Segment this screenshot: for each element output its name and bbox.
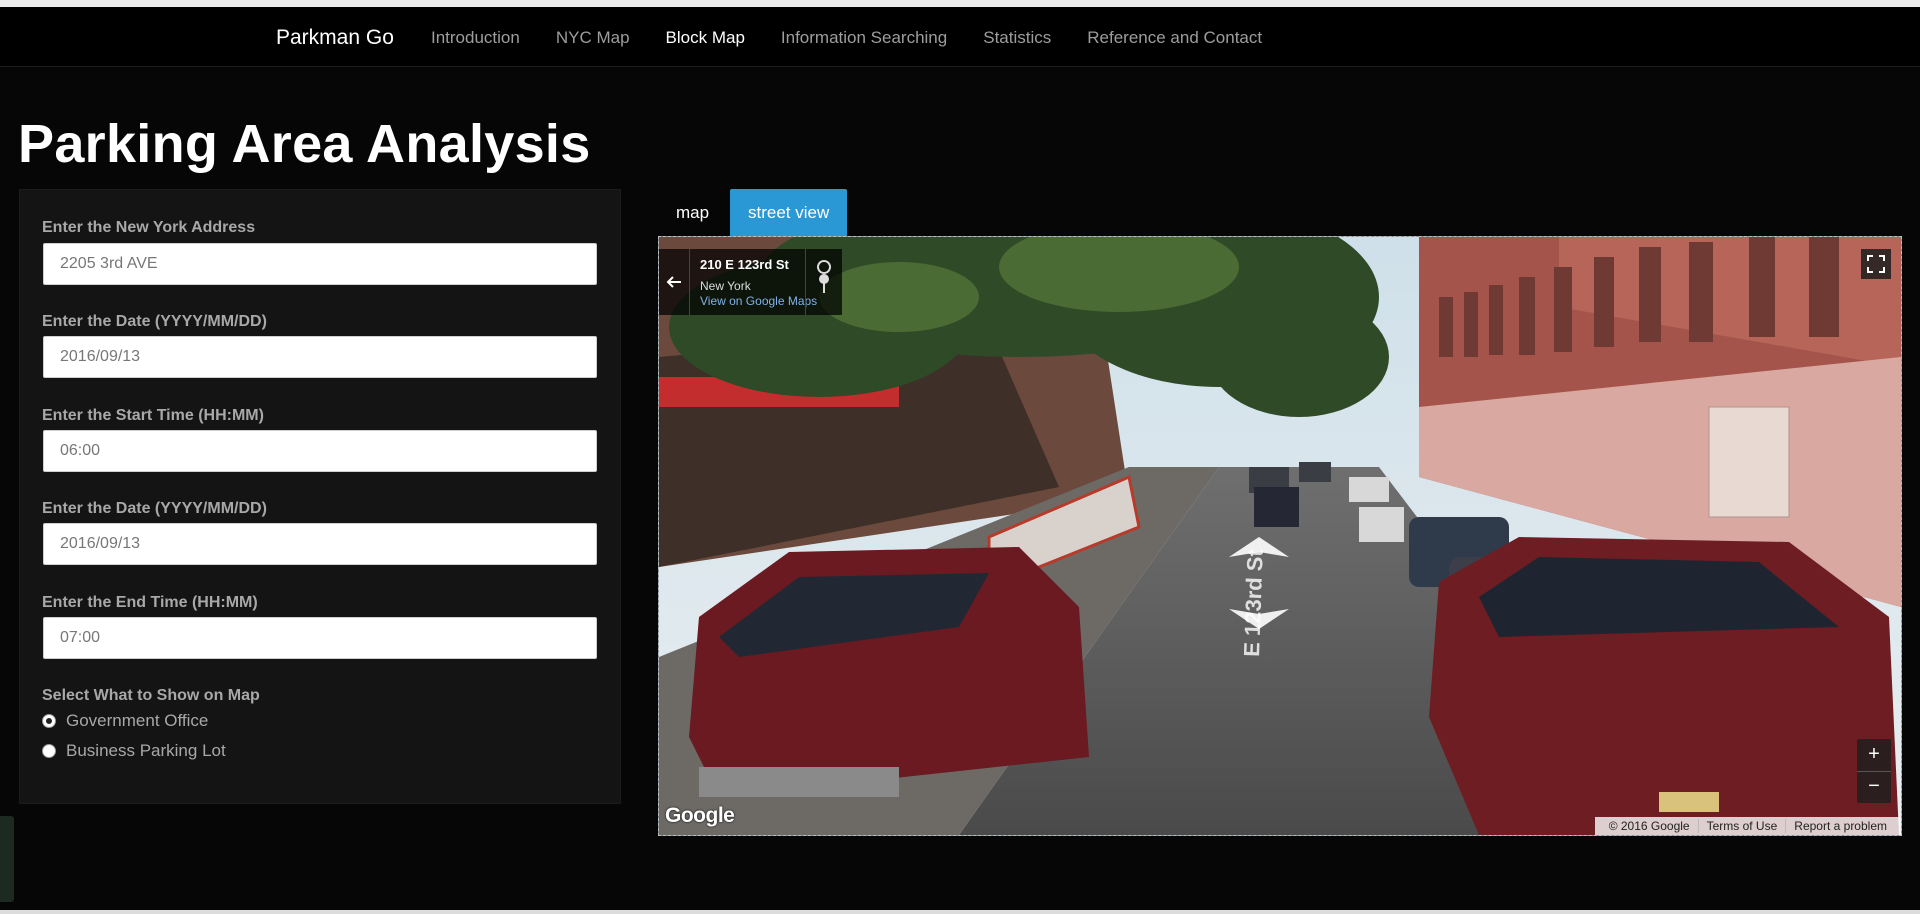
map-footer: © 2016 Google Terms of Use Report a prob… xyxy=(1594,817,1901,835)
radio-label-government-office: Government Office xyxy=(66,711,209,730)
start-time-label: Enter the Start Time (HH:MM) xyxy=(42,407,264,424)
address-label: Enter the New York Address xyxy=(42,219,256,236)
side-indicator-widget xyxy=(0,816,14,902)
svg-text:E 123rd St: E 123rd St xyxy=(1239,548,1268,657)
nav-item-block-map[interactable]: Block Map xyxy=(666,28,745,48)
navbar: Parkman Go Introduction NYC Map Block Ma… xyxy=(0,7,1920,67)
nav-item-information-searching[interactable]: Information Searching xyxy=(781,28,947,48)
start-time-input[interactable] xyxy=(43,430,597,472)
start-date-label: Enter the Date (YYYY/MM/DD) xyxy=(42,313,267,330)
street-view-panorama[interactable]: E 123rd St 210 E 123rd St New York View … xyxy=(658,236,1902,836)
nav-menu: Introduction NYC Map Block Map Informati… xyxy=(431,28,1298,48)
search-form-panel: Enter the New York Address Enter the Dat… xyxy=(19,189,621,804)
copyright-text: © 2016 Google xyxy=(1608,819,1690,833)
zoom-control: + − xyxy=(1857,739,1891,803)
address-city: New York xyxy=(700,279,751,293)
brand[interactable]: Parkman Go xyxy=(276,26,394,50)
radio-business-parking-lot[interactable]: Business Parking Lot xyxy=(42,741,226,761)
end-date-label: Enter the Date (YYYY/MM/DD) xyxy=(42,500,267,517)
start-date-input[interactable] xyxy=(43,336,597,378)
map-pin-icon xyxy=(817,260,831,293)
end-date-input[interactable] xyxy=(43,523,597,565)
address-street: 210 E 123rd St xyxy=(700,257,789,272)
tab-street-view[interactable]: street view xyxy=(730,189,848,236)
street-view-image: E 123rd St xyxy=(659,237,1901,835)
google-logo: Google xyxy=(665,804,735,827)
arrow-left-icon xyxy=(666,276,681,288)
zoom-in-button[interactable]: + xyxy=(1857,739,1891,772)
location-pin-button[interactable] xyxy=(805,249,842,315)
report-problem-link[interactable]: Report a problem xyxy=(1785,819,1895,833)
page-title: Parking Area Analysis xyxy=(18,114,591,174)
nav-item-statistics[interactable]: Statistics xyxy=(983,28,1051,48)
radio-button-checked[interactable] xyxy=(42,714,56,728)
bottom-border xyxy=(0,910,1920,914)
radio-government-office[interactable]: Government Office xyxy=(42,711,208,731)
fullscreen-icon xyxy=(1867,255,1885,273)
end-time-label: Enter the End Time (HH:MM) xyxy=(42,594,258,611)
end-time-input[interactable] xyxy=(43,617,597,659)
show-on-map-label: Select What to Show on Map xyxy=(42,687,260,704)
nav-item-nyc-map[interactable]: NYC Map xyxy=(556,28,630,48)
zoom-out-button[interactable]: − xyxy=(1857,771,1891,803)
back-arrow-button[interactable] xyxy=(659,249,690,315)
radio-label-business-parking-lot: Business Parking Lot xyxy=(66,741,226,760)
address-input[interactable] xyxy=(43,243,597,285)
tab-map[interactable]: map xyxy=(659,189,726,236)
terms-of-use-link[interactable]: Terms of Use xyxy=(1697,819,1786,833)
radio-button[interactable] xyxy=(42,744,56,758)
view-on-google-maps-link[interactable]: View on Google Maps xyxy=(700,294,817,308)
nav-item-introduction[interactable]: Introduction xyxy=(431,28,520,48)
browser-top-strip xyxy=(0,0,1920,7)
address-card: 210 E 123rd St New York View on Google M… xyxy=(659,249,842,315)
fullscreen-button[interactable] xyxy=(1861,249,1891,279)
nav-item-reference-and-contact[interactable]: Reference and Contact xyxy=(1087,28,1262,48)
